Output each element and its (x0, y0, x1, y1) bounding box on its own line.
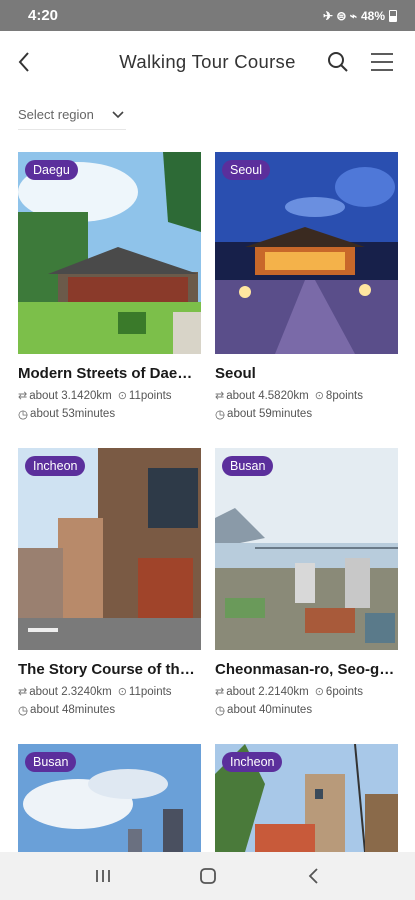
course-title: Modern Streets of Daegue ... (18, 365, 201, 382)
route-icon: ⇄ (215, 390, 225, 402)
region-badge: Busan (25, 752, 77, 772)
clock-icon: ◷ (18, 409, 29, 421)
course-distance: about 2.2140km (226, 685, 309, 698)
search-icon (328, 52, 348, 72)
battery-icon (389, 9, 397, 22)
course-card[interactable]: Busan Cheonmasan-ro, Seo-gu, B... ⇄ abou… (215, 448, 398, 717)
course-title: Seoul (215, 365, 256, 382)
course-card[interactable]: Incheon The Story Course of the His... ⇄… (18, 448, 201, 717)
course-time: about 48minutes (30, 704, 116, 716)
system-back-button[interactable] (293, 861, 333, 891)
course-points: 11points (128, 389, 172, 402)
route-icon: ⇄ (215, 686, 225, 698)
course-meta: ⇄ about 4.5820km ⊙ 8points (215, 389, 398, 403)
course-image: Incheon (18, 448, 201, 650)
region-badge: Daegu (25, 160, 78, 180)
course-card[interactable]: Busan (18, 744, 201, 852)
course-title: The Story Course of the His... (18, 661, 201, 678)
course-card[interactable]: Seoul Seoul ⇄ about 4.5820km ⊙ 8points ◷… (215, 152, 398, 421)
clock-icon: ◷ (18, 705, 29, 717)
hamburger-menu-icon (371, 53, 393, 71)
course-distance: about 4.5820km (226, 389, 309, 402)
course-image: Incheon (215, 744, 398, 852)
course-meta: ⇄ about 2.2140km ⊙ 6points (215, 685, 398, 699)
course-meta: ⇄ about 3.1420km ⊙ 11points (18, 389, 201, 403)
course-distance: about 2.3240km (29, 685, 112, 698)
region-badge: Seoul (222, 160, 270, 180)
course-time-row: ◷ about 53minutes (18, 407, 201, 421)
clock-icon: ◷ (215, 705, 226, 717)
clock-icon: ◷ (215, 409, 226, 421)
system-nav-bar (0, 852, 415, 900)
course-image: Daegu (18, 152, 201, 354)
course-time: about 59minutes (227, 408, 313, 420)
course-meta: ⇄ about 2.3240km ⊙ 11points (18, 685, 201, 699)
signal-icons: ✈ ⊜ ⌁ (322, 8, 357, 23)
course-title: Cheonmasan-ro, Seo-gu, B... (215, 661, 398, 678)
course-points: 11points (128, 685, 172, 698)
region-badge: Busan (222, 456, 274, 476)
route-icon: ⇄ (18, 390, 28, 402)
course-time: about 40minutes (227, 704, 313, 716)
pin-icon: ⊙ (117, 390, 127, 402)
region-badge: Incheon (25, 456, 86, 476)
pin-icon: ⊙ (314, 390, 324, 402)
course-time-row: ◷ about 48minutes (18, 703, 201, 717)
route-icon: ⇄ (18, 686, 28, 698)
course-time: about 53minutes (30, 408, 116, 420)
status-time: 4:20 (28, 7, 59, 24)
chevron-left-icon (308, 868, 318, 884)
course-image: Seoul (215, 152, 398, 354)
course-distance: about 3.1420km (29, 389, 112, 402)
menu-button[interactable] (366, 47, 398, 77)
search-button[interactable] (323, 47, 353, 77)
course-image: Busan (215, 448, 398, 650)
course-image: Busan (18, 744, 201, 852)
home-icon (199, 868, 216, 884)
recent-apps-icon (95, 870, 110, 882)
status-icons: ✈ ⊜ ⌁ 48% (323, 9, 397, 23)
home-button[interactable] (188, 861, 228, 891)
region-select[interactable]: Select region (18, 100, 126, 130)
chevron-down-icon (112, 110, 124, 118)
course-card[interactable]: Incheon (215, 744, 398, 852)
recent-apps-button[interactable] (83, 861, 123, 891)
course-time-row: ◷ about 40minutes (215, 703, 398, 717)
status-bar: 4:20 ✈ ⊜ ⌁ 48% (0, 0, 415, 31)
app-header: Walking Tour Course (0, 31, 415, 93)
region-select-label: Select region (18, 107, 94, 122)
battery-percent: 48% (360, 8, 385, 23)
pin-icon: ⊙ (117, 686, 127, 698)
course-card[interactable]: Daegu Modern Streets of Daegue ... ⇄ abo… (18, 152, 201, 421)
region-badge: Incheon (222, 752, 283, 772)
course-time-row: ◷ about 59minutes (215, 407, 398, 421)
course-points: 6points (325, 685, 364, 698)
pin-icon: ⊙ (314, 686, 324, 698)
course-points: 8points (325, 389, 364, 402)
